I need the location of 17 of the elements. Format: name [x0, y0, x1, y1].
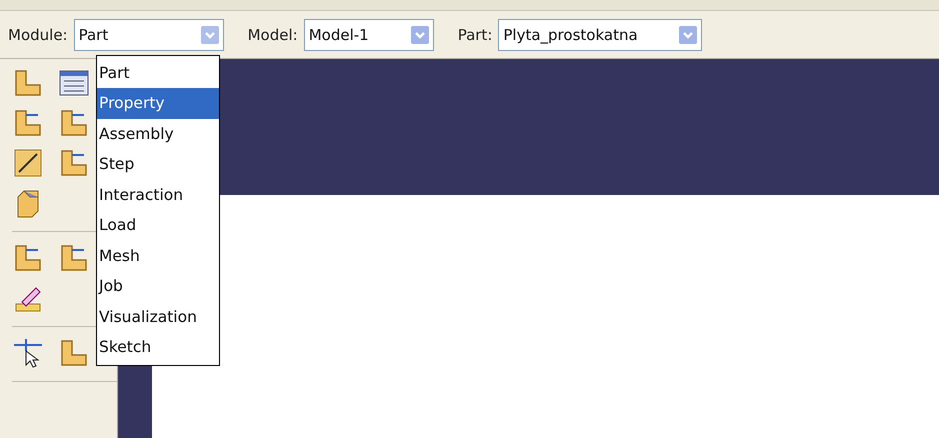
menu-item[interactable]: Job — [97, 271, 219, 302]
menu-item[interactable]: Assembly — [97, 118, 219, 149]
menu-item[interactable]: Mesh — [97, 240, 219, 271]
menu-item[interactable]: Interaction — [97, 180, 219, 210]
menu-item[interactable]: Step — [97, 149, 219, 180]
combo-box[interactable]: Plyta_prostokatna — [498, 18, 702, 50]
combo-label: Module: — [8, 26, 68, 44]
combo-box[interactable]: Part — [74, 18, 224, 50]
cursor-icon[interactable] — [12, 337, 44, 369]
menu-item[interactable]: Visualization — [97, 302, 219, 332]
combo-box[interactable]: Model-1 — [304, 18, 434, 50]
menu-item[interactable]: Load — [97, 210, 219, 240]
menu-item[interactable]: Sketch — [97, 332, 219, 362]
menu-item[interactable]: Property — [97, 88, 219, 118]
menu-item[interactable]: Part — [97, 58, 219, 88]
combo-label: Model: — [248, 26, 298, 44]
combo-label: Part: — [458, 26, 492, 44]
